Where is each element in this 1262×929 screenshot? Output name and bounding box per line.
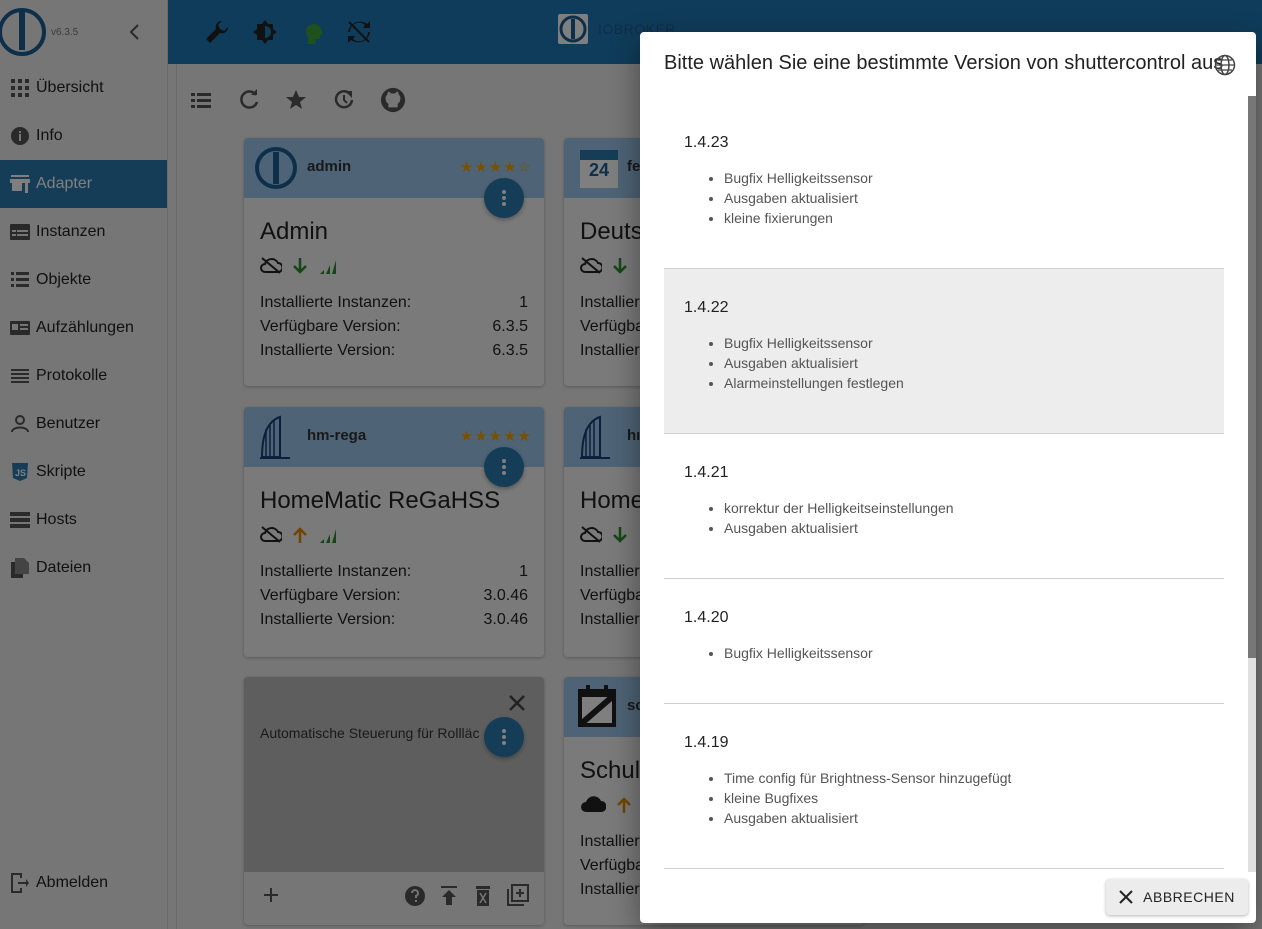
scrollbar[interactable] xyxy=(1248,96,1256,872)
version-item-1.4.21[interactable]: 1.4.21 korrektur der Helligkeitseinstell… xyxy=(664,434,1224,579)
release-notes: Bugfix Helligkeitssensor Ausgaben aktual… xyxy=(724,333,1204,393)
close-icon xyxy=(1119,890,1133,904)
version-item-1.4.22[interactable]: 1.4.22 Bugfix Helligkeitssensor Ausgaben… xyxy=(664,269,1224,434)
release-notes: Bugfix Helligkeitssensor xyxy=(724,643,1204,663)
note-item: Alarmeinstellungen festlegen xyxy=(724,373,1204,393)
note-item: korrektur der Helligkeitseinstellungen xyxy=(724,498,1204,518)
version-item-1.4.20[interactable]: 1.4.20 Bugfix Helligkeitssensor xyxy=(664,579,1224,704)
release-notes: Bugfix Helligkeitssensor Ausgaben aktual… xyxy=(724,168,1204,228)
note-item: Ausgaben aktualisiert xyxy=(724,353,1204,373)
version-select-dialog: Bitte wählen Sie eine bestimmte Version … xyxy=(640,32,1256,923)
note-item: Ausgaben aktualisiert xyxy=(724,188,1204,208)
note-item: Bugfix Helligkeitssensor xyxy=(724,643,1204,663)
version-list: 1.4.23 Bugfix Helligkeitssensor Ausgaben… xyxy=(664,104,1224,872)
version-number: 1.4.23 xyxy=(684,134,729,151)
note-item: Time config für Brightness-Sensor hinzug… xyxy=(724,768,1204,788)
note-item: Bugfix Helligkeitssensor xyxy=(724,168,1204,188)
version-item-1.4.19[interactable]: 1.4.19 Time config für Brightness-Sensor… xyxy=(664,704,1224,869)
scrollbar-thumb[interactable] xyxy=(1248,96,1256,658)
cancel-button[interactable]: ABBRECHEN xyxy=(1106,879,1248,915)
version-number: 1.4.19 xyxy=(684,734,729,751)
cancel-label: ABBRECHEN xyxy=(1143,889,1235,905)
version-number: 1.4.22 xyxy=(684,299,729,316)
release-notes: Time config für Brightness-Sensor hinzug… xyxy=(724,768,1204,828)
version-number: 1.4.20 xyxy=(684,609,729,626)
language-icon[interactable] xyxy=(1214,54,1236,76)
dialog-title: Bitte wählen Sie eine bestimmte Version … xyxy=(664,52,1224,74)
note-item: Ausgaben aktualisiert xyxy=(724,518,1204,538)
release-notes: korrektur der Helligkeitseinstellungen A… xyxy=(724,498,1204,538)
note-item: Bugfix Helligkeitssensor xyxy=(724,333,1204,353)
note-item: kleine Bugfixes xyxy=(724,788,1204,808)
version-number: 1.4.21 xyxy=(684,464,729,481)
note-item: kleine fixierungen xyxy=(724,208,1204,228)
note-item: Ausgaben aktualisiert xyxy=(724,808,1204,828)
version-item-1.4.23[interactable]: 1.4.23 Bugfix Helligkeitssensor Ausgaben… xyxy=(664,104,1224,269)
